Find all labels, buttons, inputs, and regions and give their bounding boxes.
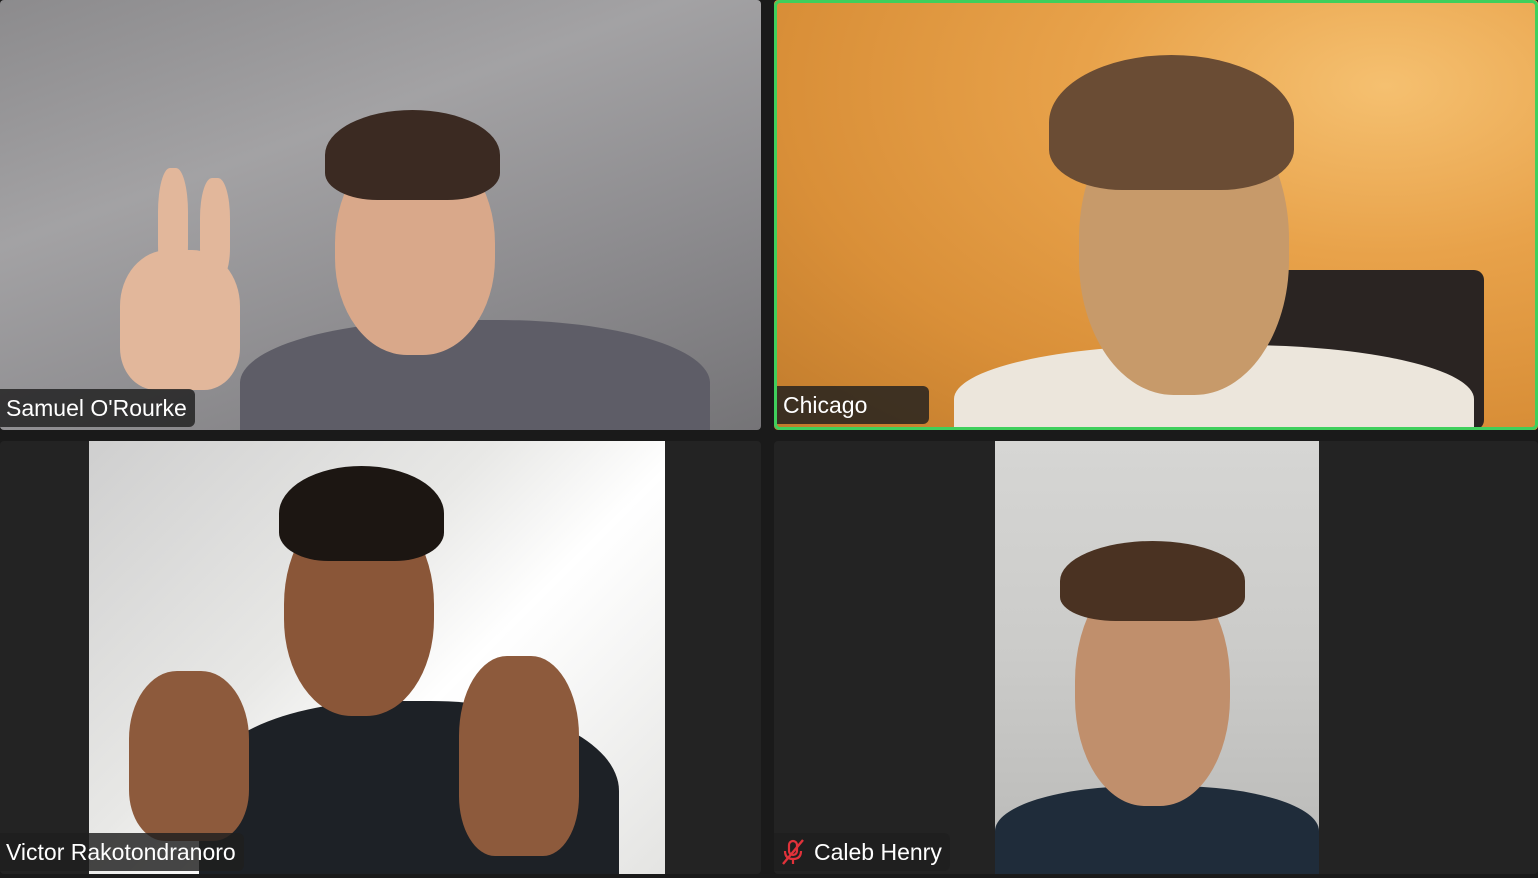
participant-name: Victor Rakotondranoro: [6, 839, 236, 865]
participant-tile-chicago[interactable]: Chicago: [774, 0, 1538, 430]
participant-video: [89, 441, 665, 874]
participant-name-label: Chicago: [777, 386, 930, 424]
participant-name-label: Samuel O'Rourke: [0, 389, 195, 427]
participant-name-label: Caleb Henry: [774, 833, 950, 871]
participant-name: Chicago: [783, 392, 868, 418]
participant-video: [0, 0, 761, 430]
participant-tile-samuel[interactable]: Samuel O'Rourke: [0, 0, 761, 430]
video-gallery-grid: Samuel O'Rourke Chicago Victor Rakotondr…: [0, 0, 1538, 878]
microphone-muted-icon: [780, 838, 806, 866]
participant-name: Samuel O'Rourke: [6, 395, 187, 421]
participant-name-label: Victor Rakotondranoro: [0, 833, 244, 871]
participant-video: [774, 0, 1538, 430]
participant-video: [995, 441, 1319, 874]
participant-name: Caleb Henry: [814, 839, 942, 865]
participant-tile-victor[interactable]: Victor Rakotondranoro: [0, 441, 761, 874]
participant-tile-caleb[interactable]: Caleb Henry: [774, 441, 1538, 874]
